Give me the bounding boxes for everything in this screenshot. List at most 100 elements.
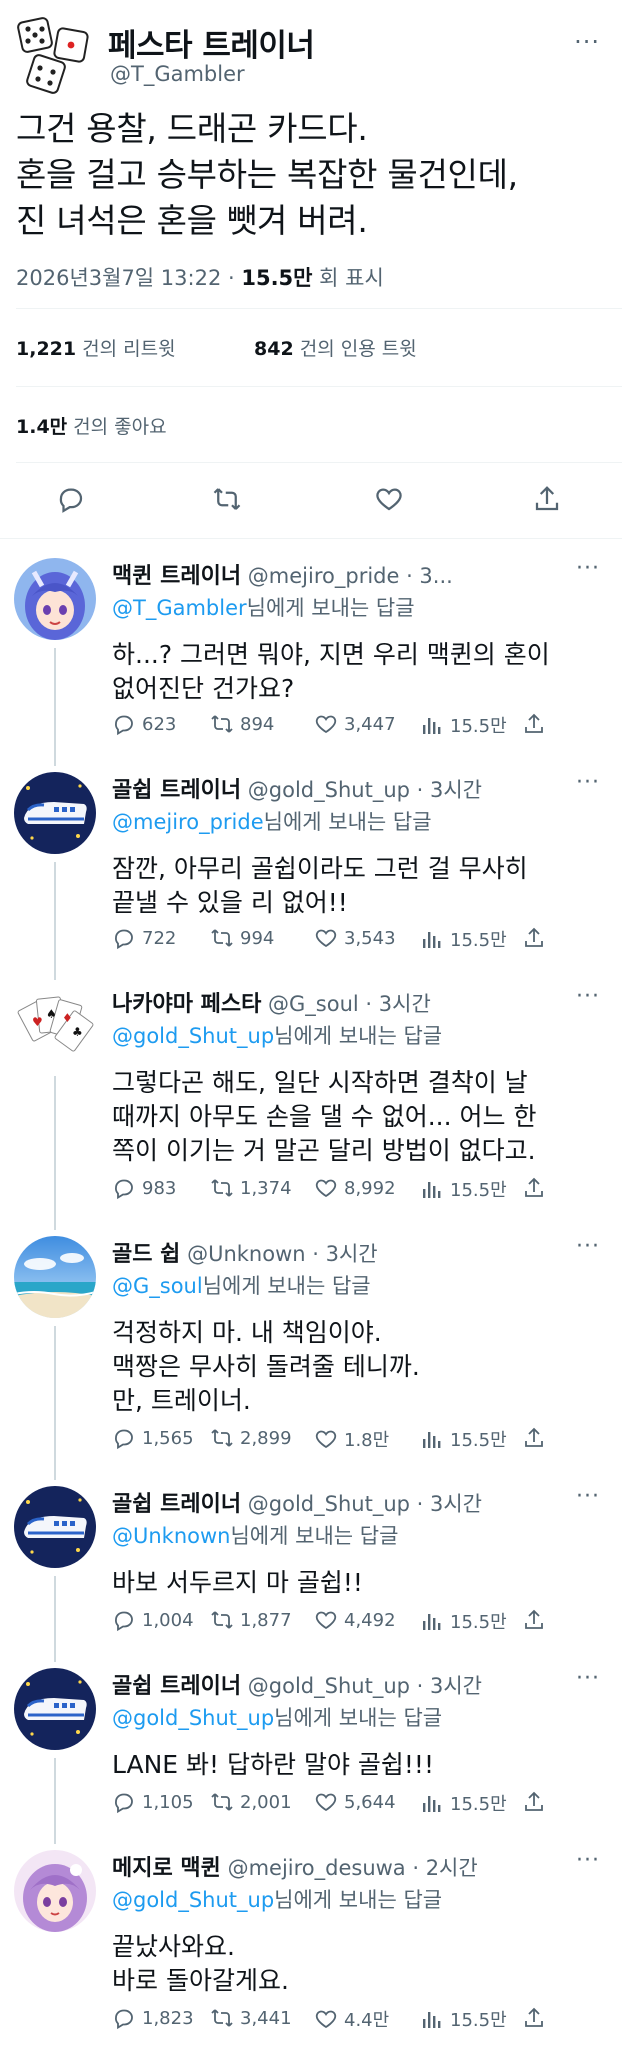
more-options-button[interactable]: ··· xyxy=(574,28,600,56)
reply-like-button[interactable]: 4,492 xyxy=(314,1608,396,1632)
reply-to-mention[interactable]: @gold_Shut_up xyxy=(112,1706,274,1730)
svg-text:♥: ♥ xyxy=(32,1015,43,1029)
reply-header: 나카야마 페스타 @G_soul · 3시간 xyxy=(112,986,431,1018)
reply-actions: 983 1,374 8,992 15.5만 xyxy=(112,1176,612,1206)
reply-to-mention[interactable]: @gold_Shut_up xyxy=(112,1888,274,1912)
reply-like-button[interactable]: 3,543 xyxy=(314,926,396,950)
reply-to-mention[interactable]: @gold_Shut_up xyxy=(112,1024,274,1048)
reply-tweet[interactable]: 골쉽 트레이너 @gold_Shut_up · 3시간 ··· @mejiro_… xyxy=(0,770,622,980)
reply-tweet[interactable]: 골쉽 트레이너 @gold_Shut_up · 3시간 ··· @Unknown… xyxy=(0,1484,622,1662)
retweet-count: 1,374 xyxy=(240,1177,292,1199)
reply-views-button[interactable]: 15.5만 xyxy=(420,712,507,738)
dice-avatar[interactable] xyxy=(16,16,96,96)
reply-views-button[interactable]: 15.5만 xyxy=(420,1790,507,1816)
reply-more-button[interactable]: ··· xyxy=(576,984,600,1009)
reply-retweet-button[interactable]: 994 xyxy=(210,926,274,950)
reply-author-name[interactable]: 골드 쉽 xyxy=(112,1242,180,1267)
reply-button[interactable] xyxy=(56,484,92,520)
reply-more-button[interactable]: ··· xyxy=(576,1484,600,1509)
reply-to-suffix: 님에게 보내는 답글 xyxy=(274,1888,443,1912)
reply-to-mention[interactable]: @Unknown xyxy=(112,1524,230,1548)
reply-more-button[interactable]: ··· xyxy=(576,1666,600,1691)
reply-comment-button[interactable]: 1,823 xyxy=(112,2006,194,2030)
reply-avatar[interactable] xyxy=(14,1236,96,1318)
reply-share-button[interactable] xyxy=(522,926,546,950)
retweet-icon xyxy=(211,1611,233,1629)
reply-comment-button[interactable]: 983 xyxy=(112,1176,176,1200)
reply-views-button[interactable]: 15.5만 xyxy=(420,926,507,952)
author-handle[interactable]: @T_Gambler xyxy=(110,62,245,86)
reply-comment-button[interactable]: 722 xyxy=(112,926,176,950)
reply-author-name[interactable]: 메지로 맥퀸 xyxy=(112,1856,221,1881)
reply-avatar[interactable] xyxy=(14,558,96,640)
reply-author-handle[interactable]: @mejiro_desuwa · 2시간 xyxy=(228,1856,478,1880)
reply-author-handle[interactable]: @G_soul · 3시간 xyxy=(268,992,431,1016)
author-name[interactable]: 페스타 트레이너 xyxy=(108,20,315,65)
reply-author-name[interactable]: 나카야마 페스타 xyxy=(112,992,261,1017)
retweet-button[interactable] xyxy=(212,484,248,520)
reply-author-handle[interactable]: @gold_Shut_up · 3시간 xyxy=(248,1492,482,1516)
share-button[interactable] xyxy=(532,484,568,520)
reply-avatar[interactable] xyxy=(14,1668,96,1750)
reply-avatar[interactable]: ♥ ♠ ♦ ♣ xyxy=(14,986,96,1068)
reply-views-button[interactable]: 15.5만 xyxy=(420,1176,507,1202)
views-icon xyxy=(423,1432,441,1448)
retweet-count: 2,001 xyxy=(240,1791,292,1813)
reply-share-button[interactable] xyxy=(522,1176,546,1200)
reply-comment-button[interactable]: 1,004 xyxy=(112,1608,194,1632)
reply-tweet[interactable]: 골드 쉽 @Unknown · 3시간 ··· @G_soul님에게 보내는 답… xyxy=(0,1234,622,1480)
reply-author-name[interactable]: 골쉽 트레이너 xyxy=(112,1492,241,1517)
reply-like-button[interactable]: 3,447 xyxy=(314,712,396,736)
like-button[interactable] xyxy=(374,484,410,520)
reply-retweet-button[interactable]: 3,441 xyxy=(210,2006,292,2030)
reply-avatar[interactable] xyxy=(14,1486,96,1568)
reply-like-button[interactable]: 8,992 xyxy=(314,1176,396,1200)
reply-tweet[interactable]: 맥퀸 트레이너 @mejiro_pride · 3... ··· @T_Gamb… xyxy=(0,556,622,766)
reply-author-handle[interactable]: @mejiro_pride · 3... xyxy=(248,564,453,588)
quotes-stat[interactable]: 842 건의 인용 트윗 xyxy=(254,334,417,361)
reply-avatar[interactable] xyxy=(14,772,96,854)
reply-more-button[interactable]: ··· xyxy=(576,556,600,581)
like-count: 3,447 xyxy=(344,713,396,735)
reply-retweet-button[interactable]: 2,899 xyxy=(210,1426,292,1450)
reply-retweet-button[interactable]: 1,374 xyxy=(210,1176,292,1200)
likes-stat[interactable]: 1.4만 건의 좋아요 xyxy=(16,412,167,439)
reply-like-button[interactable]: 5,644 xyxy=(314,1790,396,1814)
reply-tweet[interactable]: 메지로 맥퀸 @mejiro_desuwa · 2시간 ··· @gold_Sh… xyxy=(0,1848,622,2046)
reply-share-button[interactable] xyxy=(522,2006,546,2030)
reply-tweet[interactable]: 골쉽 트레이너 @gold_Shut_up · 3시간 ··· @gold_Sh… xyxy=(0,1666,622,1844)
reply-views-button[interactable]: 15.5만 xyxy=(420,1608,507,1634)
reply-author-handle[interactable]: @Unknown · 3시간 xyxy=(187,1242,378,1266)
reply-retweet-button[interactable]: 1,877 xyxy=(210,1608,292,1632)
reply-avatar[interactable] xyxy=(14,1850,96,1932)
tweet-timestamp[interactable]: 2026년3월7일 13:22 · xyxy=(16,266,241,290)
reply-header: 골쉽 트레이너 @gold_Shut_up · 3시간 xyxy=(112,1486,482,1518)
reply-to-mention[interactable]: @mejiro_pride xyxy=(112,810,264,834)
reply-author-name[interactable]: 골쉽 트레이너 xyxy=(112,778,241,803)
reply-to-mention[interactable]: @G_soul xyxy=(112,1274,203,1298)
reply-retweet-button[interactable]: 894 xyxy=(210,712,274,736)
reply-share-button[interactable] xyxy=(522,1790,546,1814)
reply-comment-button[interactable]: 623 xyxy=(112,712,176,736)
reply-to-mention[interactable]: @T_Gambler xyxy=(112,596,247,620)
reply-author-name[interactable]: 골쉽 트레이너 xyxy=(112,1674,241,1699)
reply-share-button[interactable] xyxy=(522,1426,546,1450)
reply-like-button[interactable]: 4.4만 xyxy=(314,2006,389,2032)
reply-retweet-button[interactable]: 2,001 xyxy=(210,1790,292,1814)
comment-count: 623 xyxy=(142,713,177,735)
reply-more-button[interactable]: ··· xyxy=(576,770,600,795)
reply-author-handle[interactable]: @gold_Shut_up · 3시간 xyxy=(248,778,482,802)
reply-more-button[interactable]: ··· xyxy=(576,1848,600,1873)
reply-views-button[interactable]: 15.5만 xyxy=(420,1426,507,1452)
reply-more-button[interactable]: ··· xyxy=(576,1234,600,1259)
reply-author-handle[interactable]: @gold_Shut_up · 3시간 xyxy=(248,1674,482,1698)
reply-author-name[interactable]: 맥퀸 트레이너 xyxy=(112,564,241,589)
reply-comment-button[interactable]: 1,565 xyxy=(112,1426,194,1450)
retweets-stat[interactable]: 1,221 건의 리트윗 xyxy=(16,334,176,361)
reply-share-button[interactable] xyxy=(522,1608,546,1632)
reply-tweet[interactable]: ♥ ♠ ♦ ♣ 나카야마 페스타 @G_soul · 3시간 ··· @gold_Sh… xyxy=(0,984,622,1230)
reply-comment-button[interactable]: 1,105 xyxy=(112,1790,194,1814)
reply-views-button[interactable]: 15.5만 xyxy=(420,2006,507,2032)
reply-like-button[interactable]: 1.8만 xyxy=(314,1426,389,1452)
reply-share-button[interactable] xyxy=(522,712,546,736)
